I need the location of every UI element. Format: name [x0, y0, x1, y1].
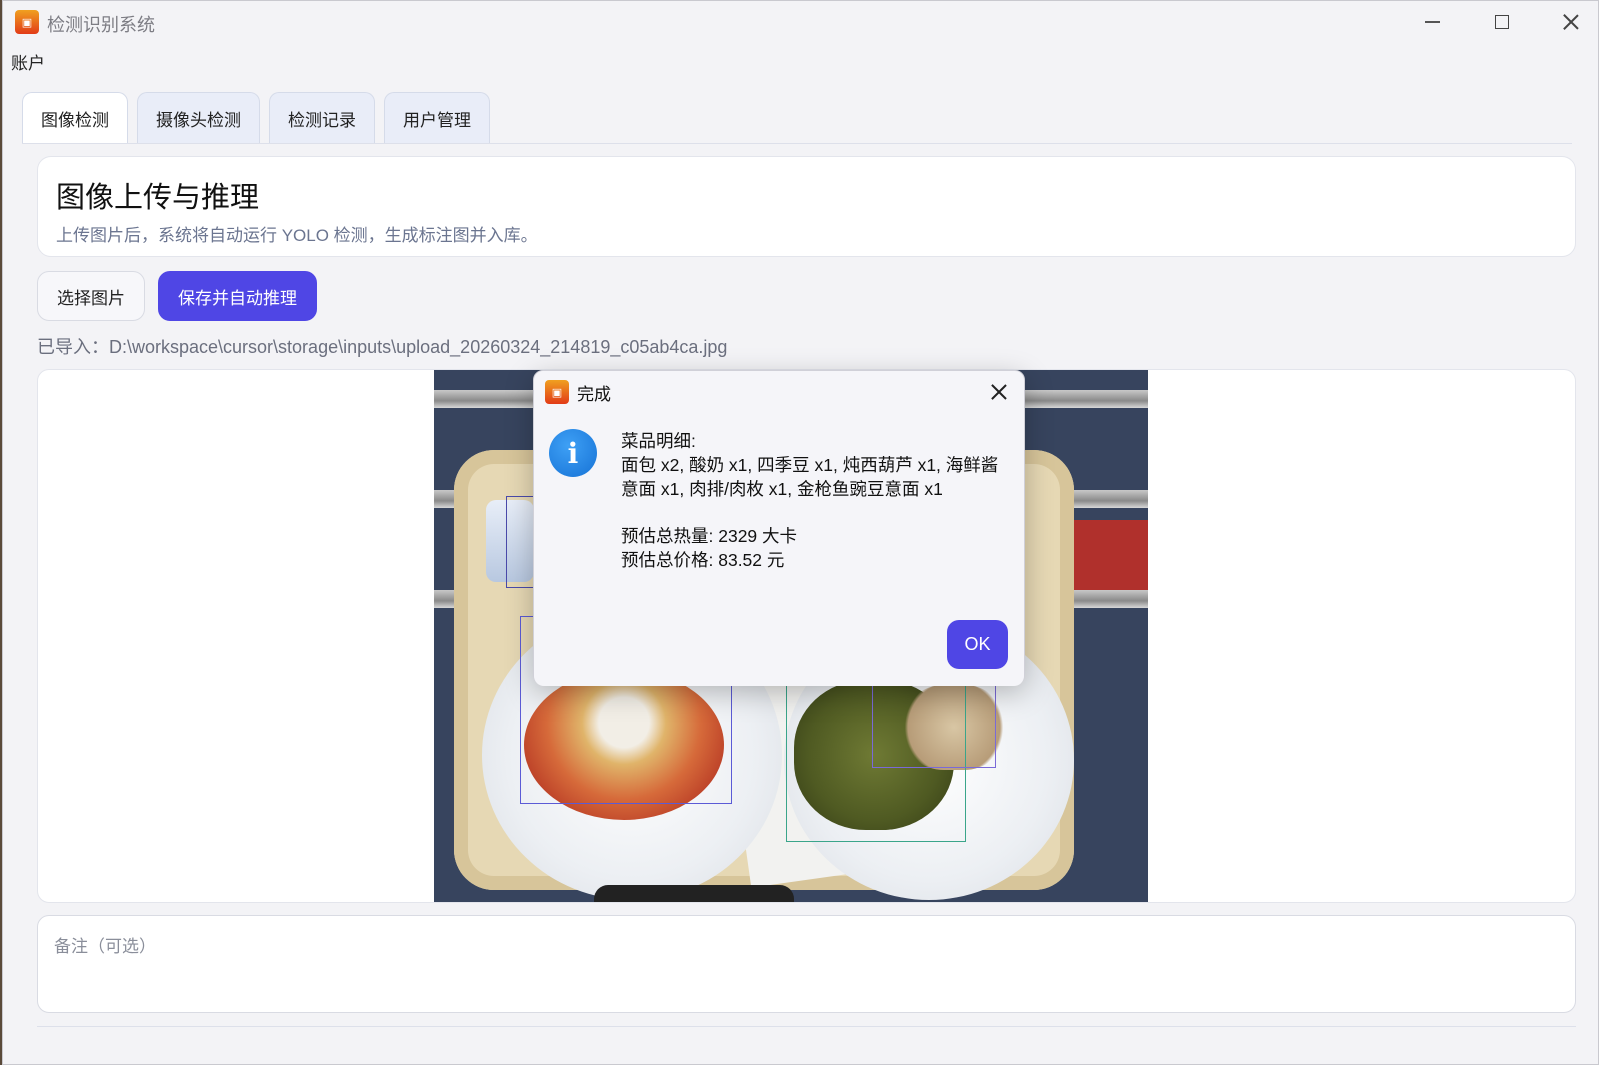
notes-placeholder: 备注（可选）: [54, 937, 156, 956]
tab-camera-detection[interactable]: 摄像头检测: [137, 92, 260, 144]
dialog-title: 完成: [577, 385, 611, 404]
app-logo-icon: ▣: [15, 10, 39, 34]
dialog-message-line: 菜品明细:: [621, 431, 696, 451]
menu-bar: 账户: [3, 43, 1598, 77]
tab-divider: [22, 143, 1572, 144]
imported-file-path: 已导入：D:\workspace\cursor\storage\inputs\u…: [37, 337, 728, 357]
header-card: 图像上传与推理 上传图片后，系统将自动运行 YOLO 检测，生成标注图并入库。: [37, 156, 1576, 257]
save-and-infer-button[interactable]: 保存并自动推理: [158, 271, 317, 321]
close-icon: [1563, 14, 1579, 30]
minimize-button[interactable]: [1409, 7, 1455, 37]
tab-bar: 图像检测 摄像头检测 检测记录 用户管理: [22, 92, 490, 144]
maximize-icon: [1495, 15, 1509, 29]
select-image-button[interactable]: 选择图片: [37, 271, 145, 321]
window-title: 检测识别系统: [47, 15, 155, 35]
close-window-button[interactable]: [1548, 7, 1594, 37]
notes-field[interactable]: 备注（可选）: [37, 915, 1576, 1013]
dialog-close-icon[interactable]: [989, 382, 1009, 402]
page-subtitle: 上传图片后，系统将自动运行 YOLO 检测，生成标注图并入库。: [56, 226, 538, 245]
tab-image-detection[interactable]: 图像检测: [22, 92, 128, 144]
title-bar: ▣ 检测识别系统: [3, 1, 1598, 43]
bottom-divider: [37, 1026, 1576, 1027]
dialog-message-line: 预估总价格: 83.52 元: [621, 550, 785, 570]
completion-dialog: ▣ 完成 i 菜品明细: 面包 x2, 酸奶 x1, 四季豆 x1, 炖西葫芦 …: [533, 370, 1025, 686]
dialog-message-line: 面包 x2, 酸奶 x1, 四季豆 x1, 炖西葫芦 x1, 海鲜酱: [621, 455, 999, 475]
dialog-message-line: 意面 x1, 肉排/肉枚 x1, 金枪鱼豌豆意面 x1: [621, 479, 943, 499]
tab-detection-records[interactable]: 检测记录: [269, 92, 375, 144]
info-icon: i: [549, 429, 597, 477]
dialog-ok-button[interactable]: OK: [947, 620, 1008, 669]
maximize-button[interactable]: [1479, 7, 1525, 37]
tab-user-management[interactable]: 用户管理: [384, 92, 490, 144]
minimize-icon: [1424, 21, 1440, 23]
detection-box: [506, 496, 536, 588]
dialog-message-line: 预估总热量: 2329 大卡: [621, 526, 798, 546]
menu-account[interactable]: 账户: [11, 49, 45, 74]
page-title: 图像上传与推理: [56, 182, 260, 214]
dialog-app-icon: ▣: [545, 380, 569, 404]
shoe: [594, 885, 794, 902]
